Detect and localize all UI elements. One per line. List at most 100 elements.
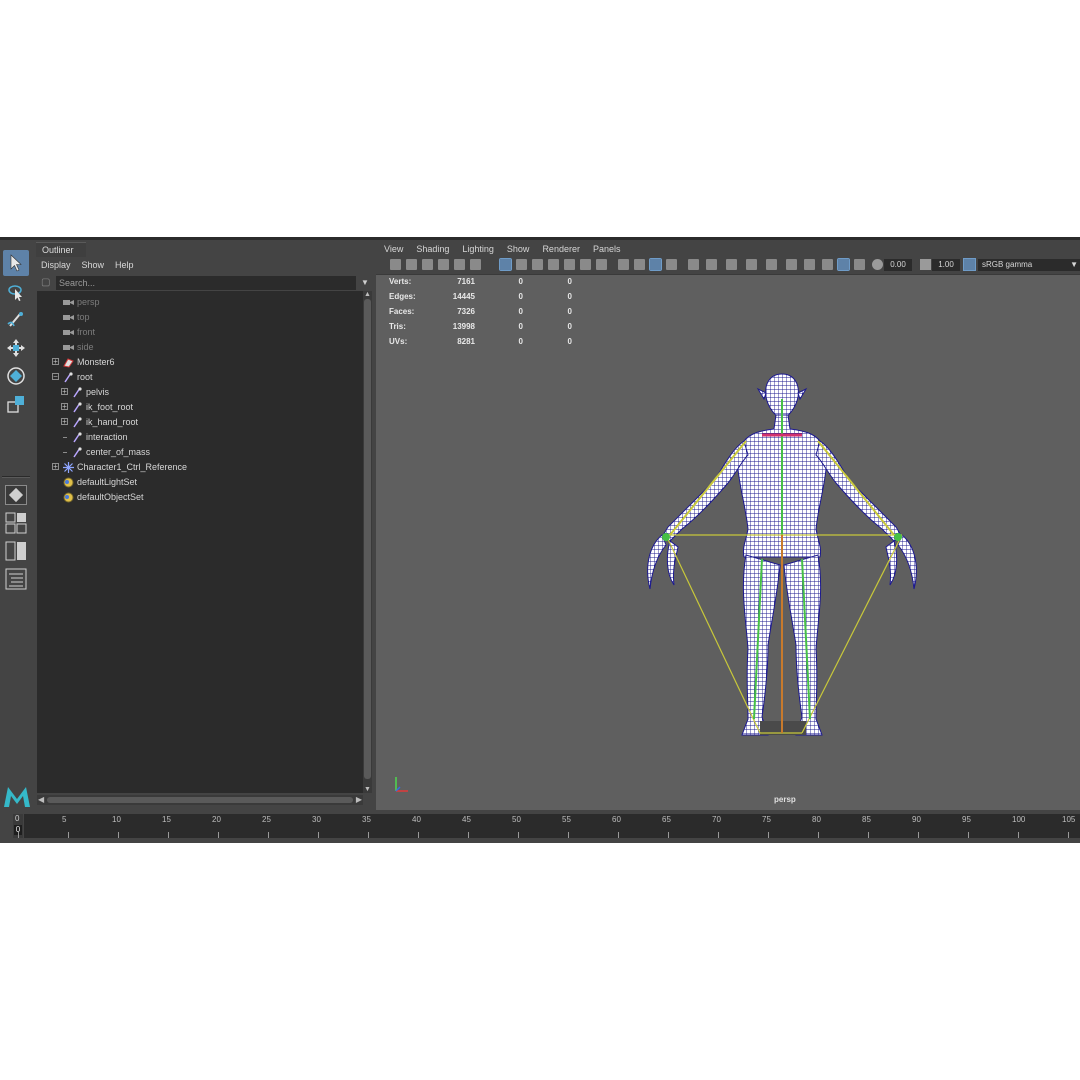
collapse-icon[interactable]: − [52, 373, 59, 381]
color-space-select[interactable]: sRGB gamma ▼ [978, 259, 1080, 271]
field-chart-icon[interactable] [564, 259, 575, 270]
camera-icon[interactable] [438, 259, 449, 270]
outliner-item-pelvis[interactable]: + pelvis [37, 385, 363, 400]
monster-character-wireframe[interactable] [622, 369, 942, 749]
outliner-menu-help[interactable]: Help [110, 257, 140, 273]
shadows-icon[interactable] [706, 259, 717, 270]
timeline-track[interactable]: 5 10 15 20 25 30 35 40 45 50 55 60 65 70 75 80 85 90 95 100… [18, 814, 1080, 838]
search-input[interactable]: Search... [56, 276, 356, 290]
outliner-item-center-of-mass[interactable]: center_of_mass [37, 445, 363, 460]
move-tool-icon[interactable] [3, 335, 29, 361]
exposure-icon[interactable] [872, 259, 883, 270]
timeline-tick: 15 [162, 814, 171, 838]
xray-joints-icon[interactable] [837, 258, 850, 271]
gamma-field[interactable]: 1.00 [932, 259, 960, 271]
viewport-menu-shading[interactable]: Shading [408, 242, 454, 256]
select-tool-icon[interactable] [3, 250, 29, 276]
two-view-layout-icon[interactable] [5, 540, 27, 561]
single-view-layout-icon[interactable] [5, 485, 27, 505]
persp-viewport[interactable]: Verts: 7161 0 0 Edges: 14445 0 0 Faces: 7326 0 0 Tri… [376, 274, 1080, 810]
expand-icon[interactable]: + [61, 388, 68, 396]
viewport-menu-show[interactable]: Show [499, 242, 535, 256]
motion-blur-icon[interactable] [746, 259, 757, 270]
scroll-thumb[interactable] [47, 797, 353, 803]
wireframe-icon[interactable] [618, 259, 629, 270]
scale-tool-icon[interactable] [3, 391, 29, 417]
search-options-icon[interactable]: ▢ [41, 277, 53, 289]
tick-mark [218, 832, 219, 838]
grid-icon[interactable] [499, 258, 512, 271]
gamma-icon[interactable] [920, 259, 931, 270]
film-gate-icon[interactable] [516, 259, 527, 270]
outliner-item-top[interactable]: top [37, 310, 363, 325]
exposure-field[interactable]: 0.00 [884, 259, 912, 271]
outliner-panel: Outliner Display Show Help ▢ Search... ▼… [36, 240, 373, 810]
toolbox-separator [2, 476, 30, 478]
tick-label: 100 [1012, 815, 1026, 824]
isolate-select-icon[interactable] [804, 259, 815, 270]
use-all-lights-icon[interactable] [688, 259, 699, 270]
paint-select-tool-icon[interactable] [3, 307, 29, 333]
camera-attributes-icon[interactable] [390, 259, 401, 270]
hud-value: 0 [567, 322, 572, 331]
timeline-tick [18, 814, 19, 838]
outliner-item-defaultobjectset[interactable]: defaultObjectSet [37, 490, 363, 505]
color-management-icon[interactable] [963, 258, 976, 271]
outliner-item-monster6[interactable]: + Monster6 [37, 355, 363, 370]
outliner-item-ik-foot-root[interactable]: + ik_foot_root [37, 400, 363, 415]
xray-icon[interactable] [822, 259, 833, 270]
expand-icon[interactable]: + [52, 358, 59, 366]
viewport-menu-lighting[interactable]: Lighting [454, 242, 499, 256]
safe-title-icon[interactable] [596, 259, 607, 270]
expand-icon[interactable]: + [61, 418, 68, 426]
outliner-item-ik-hand-root[interactable]: + ik_hand_root [37, 415, 363, 430]
outliner-item-front[interactable]: front [37, 325, 363, 340]
safe-action-icon[interactable] [580, 259, 591, 270]
viewport-menu-renderer[interactable]: Renderer [534, 242, 585, 256]
scroll-thumb[interactable] [364, 299, 371, 779]
2d-pan-icon[interactable] [470, 259, 481, 270]
expand-icon[interactable]: + [61, 403, 68, 411]
four-view-layout-icon[interactable] [5, 512, 27, 534]
outliner-item-character1-ctrl-reference[interactable]: + Character1_Ctrl_Reference [37, 460, 363, 475]
outliner-item-root[interactable]: − root [37, 370, 363, 385]
outliner-vertical-scrollbar[interactable]: ▲ ▼ [363, 291, 372, 793]
outliner-item-persp[interactable]: persp [37, 295, 363, 310]
resolution-gate-icon[interactable] [532, 259, 543, 270]
scroll-up-icon[interactable]: ▲ [364, 291, 371, 298]
grease-pencil-icon[interactable] [454, 259, 465, 270]
tick-mark [1068, 832, 1069, 838]
outliner-item-side[interactable]: side [37, 340, 363, 355]
tick-mark [568, 832, 569, 838]
gate-mask-icon[interactable] [548, 259, 559, 270]
scroll-down-icon[interactable]: ▼ [364, 786, 371, 793]
scroll-left-icon[interactable]: ◀ [38, 795, 44, 804]
outliner-menu-display[interactable]: Display [36, 257, 77, 273]
bookmark-icon[interactable] [406, 259, 417, 270]
tick-label: 90 [912, 815, 921, 824]
chevron-down-icon[interactable]: ▼ [361, 278, 369, 287]
smooth-shade-icon[interactable] [634, 259, 645, 270]
rotate-tool-icon[interactable] [3, 363, 29, 389]
scroll-right-icon[interactable]: ▶ [356, 795, 362, 804]
wireframe-on-shaded-icon[interactable] [649, 258, 662, 271]
viewport-menu-panels[interactable]: Panels [585, 242, 626, 256]
outliner-tab[interactable]: Outliner [36, 242, 86, 257]
depth-of-field-icon[interactable] [786, 259, 797, 270]
screen-space-ao-icon[interactable] [726, 259, 737, 270]
anti-aliasing-icon[interactable] [766, 259, 777, 270]
outliner-layout-icon[interactable] [5, 568, 27, 590]
outliner-item-interaction[interactable]: interaction [37, 430, 363, 445]
viewport-menu-view[interactable]: View [376, 242, 408, 256]
outliner-menu-show[interactable]: Show [77, 257, 111, 273]
tick-mark [818, 832, 819, 838]
backface-culling-icon[interactable] [854, 259, 865, 270]
image-plane-icon[interactable] [422, 259, 433, 270]
hud-label: Verts: [389, 277, 412, 286]
lasso-tool-icon[interactable] [3, 279, 29, 305]
outliner-horizontal-scrollbar[interactable]: ◀ ▶ [37, 795, 363, 805]
hud-value: 0 [518, 337, 523, 346]
outliner-item-defaultlightset[interactable]: defaultLightSet [37, 475, 363, 490]
textured-icon[interactable] [666, 259, 677, 270]
expand-icon[interactable]: + [52, 463, 59, 471]
